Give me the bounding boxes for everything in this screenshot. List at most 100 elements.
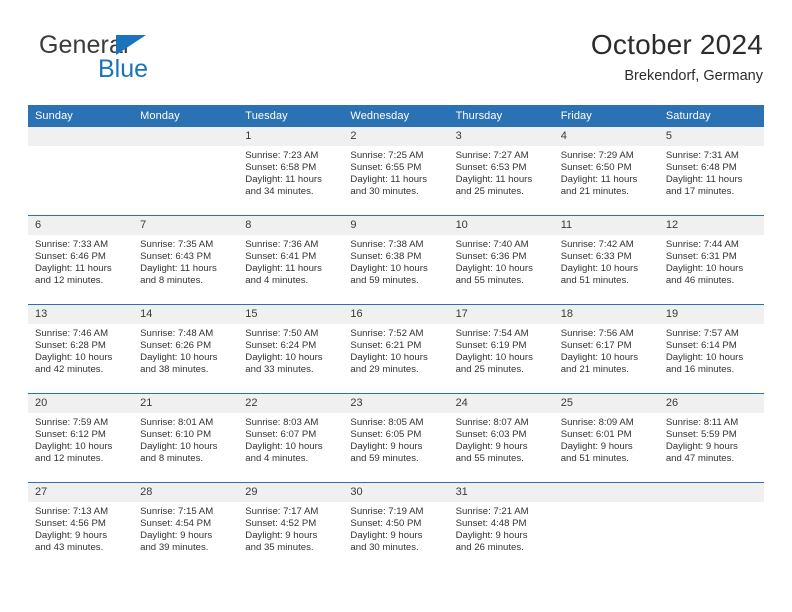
calendar-day-cell[interactable]: 30 Sunrise: 7:19 AM Sunset: 4:50 PM Dayligh… [343,482,449,571]
sunset-text: Sunset: 6:28 PM [35,340,106,352]
daylight-text-line1: Daylight: 9 hours [665,441,738,453]
daylight-text-line2: and 8 minutes. [140,453,204,465]
calendar-day-cell[interactable]: 11 Sunrise: 7:42 AM Sunset: 6:33 PM Dayligh… [553,215,659,305]
calendar-day-cell[interactable]: 18 Sunrise: 7:56 AM Sunset: 6:17 PM Dayligh… [553,304,659,394]
weekday-header-friday: Friday [553,105,659,127]
daylight-text-line2: and 51 minutes. [560,275,629,287]
calendar-day-cell[interactable]: 8 Sunrise: 7:36 AM Sunset: 6:41 PM Daylight… [238,215,344,305]
sunset-text: Sunset: 4:52 PM [245,518,317,530]
day-number: 1 [238,127,344,146]
calendar-day-cell[interactable]: 23 Sunrise: 8:05 AM Sunset: 6:05 PM Dayligh… [343,393,449,483]
calendar-body: 1 Sunrise: 7:23 AM Sunset: 6:58 PM Daylight… [28,127,764,571]
sunrise-text: Sunrise: 7:57 AM [665,328,739,339]
daylight-text-line2: and 34 minutes. [245,186,314,198]
sunset-text: Sunset: 6:53 PM [455,162,527,174]
calendar-day-cell[interactable]: 10 Sunrise: 7:40 AM Sunset: 6:36 PM Dayligh… [448,215,554,305]
title-block: October 2024 Brekendorf, Germany [591,28,763,85]
sunrise-text: Sunrise: 7:56 AM [560,328,634,339]
sunrise-text: Sunrise: 8:01 AM [140,417,214,428]
daylight-text-line1: Daylight: 9 hours [455,441,528,453]
day-details: Sunrise: 7:54 AM Sunset: 6:19 PM Daylight:… [449,324,554,376]
calendar-day-cell[interactable]: 29 Sunrise: 7:17 AM Sunset: 4:52 PM Dayligh… [238,482,344,571]
daylight-text-line2: and 17 minutes. [665,186,735,198]
calendar-day-cell[interactable]: 28 Sunrise: 7:15 AM Sunset: 4:54 PM Dayligh… [133,482,239,571]
daylight-text-line1: Daylight: 9 hours [245,530,318,542]
calendar-day-cell[interactable]: 2 Sunrise: 7:25 AM Sunset: 6:55 PM Daylight… [343,127,449,216]
calendar-day-cell[interactable]: 12 Sunrise: 7:44 AM Sunset: 6:31 PM Dayligh… [658,215,764,305]
day-number: 18 [553,305,659,324]
daylight-text-line1: Daylight: 10 hours [665,263,744,275]
calendar-day-cell[interactable]: 20 Sunrise: 7:59 AM Sunset: 6:12 PM Dayligh… [28,393,134,483]
daylight-text-line2: and 51 minutes. [560,453,629,465]
sunset-text: Sunset: 6:05 PM [350,429,422,441]
daylight-text-line2: and 38 minutes. [140,364,209,376]
daylight-text-line2: and 42 minutes. [35,364,104,376]
day-details: Sunrise: 7:17 AM Sunset: 4:52 PM Daylight:… [238,502,343,554]
sunrise-text: Sunrise: 7:29 AM [560,150,634,161]
calendar-day-cell[interactable]: 6 Sunrise: 7:33 AM Sunset: 6:46 PM Daylight… [28,215,134,305]
daylight-text-line1: Daylight: 10 hours [560,263,639,275]
day-number: 25 [553,394,659,413]
calendar-day-cell[interactable]: 19 Sunrise: 7:57 AM Sunset: 6:14 PM Dayligh… [658,304,764,394]
daylight-text-line1: Daylight: 10 hours [140,441,218,453]
sunset-text: Sunset: 4:54 PM [140,518,212,530]
calendar-day-cell[interactable]: 7 Sunrise: 7:35 AM Sunset: 6:43 PM Daylight… [133,215,239,305]
calendar-day-cell[interactable]: 25 Sunrise: 8:09 AM Sunset: 6:01 PM Dayligh… [553,393,659,483]
calendar-day-cell[interactable]: 21 Sunrise: 8:01 AM Sunset: 6:10 PM Dayligh… [133,393,239,483]
day-details: Sunrise: 7:52 AM Sunset: 6:21 PM Daylight:… [343,324,448,376]
sunset-text: Sunset: 4:50 PM [350,518,422,530]
day-number: 14 [133,305,239,324]
daylight-text-line2: and 26 minutes. [455,542,524,554]
calendar-day-cell[interactable]: 3 Sunrise: 7:27 AM Sunset: 6:53 PM Daylight… [448,127,554,216]
calendar-day-cell[interactable]: 27 Sunrise: 7:13 AM Sunset: 4:56 PM Dayligh… [28,482,134,571]
calendar-day-cell[interactable]: 31 Sunrise: 7:21 AM Sunset: 4:48 PM Dayligh… [448,482,554,571]
sunrise-text: Sunrise: 7:42 AM [560,239,634,250]
daylight-text-line2: and 33 minutes. [245,364,314,376]
calendar-week-row: 27 Sunrise: 7:13 AM Sunset: 4:56 PM Dayligh… [28,482,764,571]
sunset-text: Sunset: 6:12 PM [35,429,106,441]
calendar-day-cell-empty [658,482,764,571]
day-number: 20 [28,394,134,413]
day-details: Sunrise: 7:35 AM Sunset: 6:43 PM Daylight:… [133,235,238,287]
daylight-text-line2: and 30 minutes. [350,542,419,554]
calendar-day-cell[interactable]: 24 Sunrise: 8:07 AM Sunset: 6:03 PM Dayligh… [448,393,554,483]
sunset-text: Sunset: 6:43 PM [140,251,212,263]
sunrise-text: Sunrise: 7:21 AM [455,506,529,517]
calendar-day-cell[interactable]: 14 Sunrise: 7:48 AM Sunset: 6:26 PM Dayligh… [133,304,239,394]
sunrise-text: Sunrise: 7:59 AM [35,417,109,428]
calendar-day-cell[interactable]: 15 Sunrise: 7:50 AM Sunset: 6:24 PM Dayligh… [238,304,344,394]
sunrise-text: Sunrise: 7:17 AM [245,506,319,517]
calendar-day-cell[interactable]: 26 Sunrise: 8:11 AM Sunset: 5:59 PM Dayligh… [658,393,764,483]
daylight-text-line2: and 4 minutes. [245,275,309,287]
calendar-day-cell[interactable]: 9 Sunrise: 7:38 AM Sunset: 6:38 PM Daylight… [343,215,449,305]
calendar-week-row: 20 Sunrise: 7:59 AM Sunset: 6:12 PM Dayligh… [28,393,764,483]
weekday-header-sunday: Sunday [28,105,134,127]
calendar-day-cell[interactable]: 13 Sunrise: 7:46 AM Sunset: 6:28 PM Dayligh… [28,304,134,394]
day-number [133,127,239,146]
day-details: Sunrise: 8:09 AM Sunset: 6:01 PM Daylight:… [554,413,659,465]
day-details: Sunrise: 7:15 AM Sunset: 4:54 PM Daylight:… [133,502,238,554]
day-details: Sunrise: 7:56 AM Sunset: 6:17 PM Daylight:… [554,324,659,376]
sunset-text: Sunset: 6:41 PM [245,251,317,263]
day-number: 19 [658,305,764,324]
sunrise-text: Sunrise: 7:19 AM [350,506,424,517]
day-details: Sunrise: 8:11 AM Sunset: 5:59 PM Daylight:… [659,413,764,465]
daylight-text-line2: and 39 minutes. [140,542,209,554]
sunset-text: Sunset: 6:48 PM [665,162,737,174]
day-details: Sunrise: 7:44 AM Sunset: 6:31 PM Daylight:… [659,235,764,287]
day-details [659,502,764,506]
sunrise-text: Sunrise: 7:25 AM [350,150,424,161]
day-number [28,127,134,146]
calendar-day-cell[interactable]: 16 Sunrise: 7:52 AM Sunset: 6:21 PM Dayligh… [343,304,449,394]
calendar-day-cell[interactable]: 22 Sunrise: 8:03 AM Sunset: 6:07 PM Dayligh… [238,393,344,483]
calendar-day-cell[interactable]: 4 Sunrise: 7:29 AM Sunset: 6:50 PM Daylight… [553,127,659,216]
daylight-text-line1: Daylight: 11 hours [455,174,533,186]
daylight-text-line1: Daylight: 11 hours [245,174,322,186]
sunrise-text: Sunrise: 7:38 AM [350,239,424,250]
daylight-text-line1: Daylight: 10 hours [245,352,323,364]
calendar-day-cell[interactable]: 1 Sunrise: 7:23 AM Sunset: 6:58 PM Daylight… [238,127,344,216]
day-number: 23 [343,394,449,413]
calendar-day-cell[interactable]: 5 Sunrise: 7:31 AM Sunset: 6:48 PM Daylight… [658,127,764,216]
daylight-text-line1: Daylight: 9 hours [455,530,528,542]
calendar-day-cell[interactable]: 17 Sunrise: 7:54 AM Sunset: 6:19 PM Dayligh… [448,304,554,394]
